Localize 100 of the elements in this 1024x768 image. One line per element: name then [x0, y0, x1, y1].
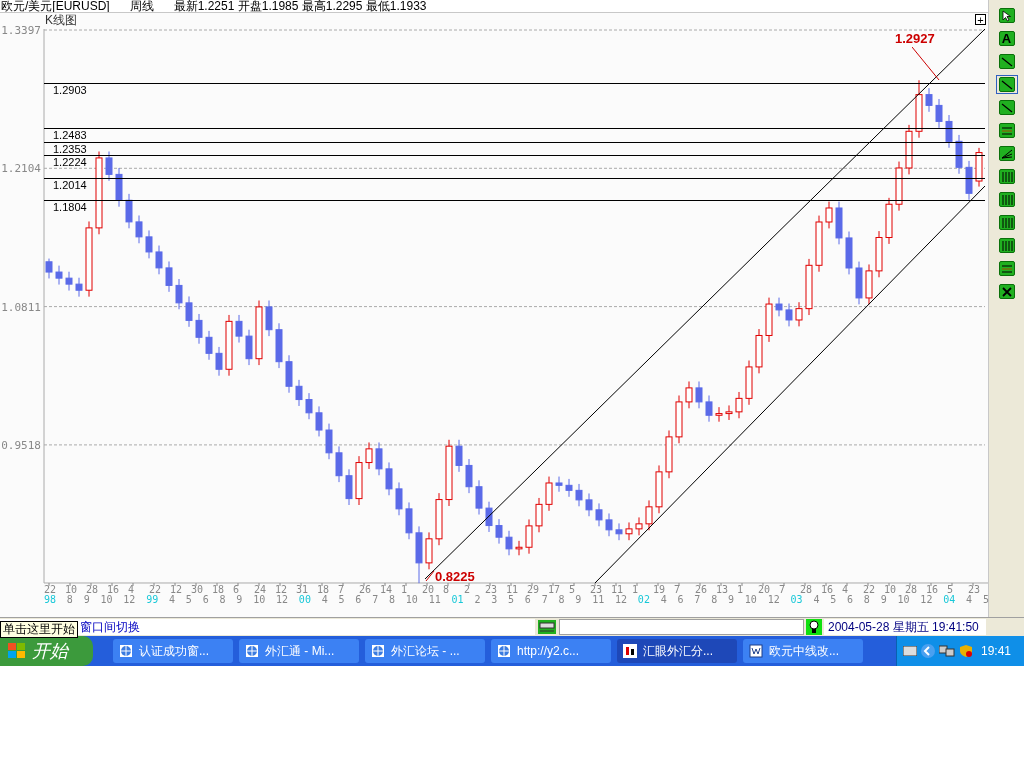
high-price-label: 1.2927	[895, 32, 935, 45]
candlestick	[645, 499, 653, 531]
x-axis-month: 4	[660, 595, 667, 605]
x-axis-month: 5	[830, 595, 837, 605]
x-axis-year: 99	[146, 595, 159, 605]
x-axis-day: 22	[863, 585, 884, 595]
candlestick	[265, 300, 273, 337]
x-axis-day: 23	[590, 585, 611, 595]
x-axis-month: 6	[847, 595, 854, 605]
x-axis-day: 28	[905, 585, 926, 595]
x-axis-day: 4	[128, 585, 149, 595]
taskbar-task-button[interactable]: 外汇论坛 - ...	[365, 639, 485, 663]
candlestick	[715, 406, 723, 423]
x-axis-month: 12	[123, 595, 136, 605]
candlestick	[195, 313, 203, 345]
candlestick	[475, 479, 483, 516]
candlestick	[395, 481, 403, 516]
fan-icon	[1000, 148, 1013, 159]
candlestick	[105, 151, 113, 182]
taskbar-task-button[interactable]: http://y2.c...	[491, 639, 611, 663]
candlestick	[585, 492, 593, 517]
x-axis-day: 5	[569, 585, 590, 595]
x-axis-day: 16	[821, 585, 842, 595]
status-message: 窗口间切换	[80, 621, 140, 633]
x-axis-month: 10	[405, 595, 418, 605]
x-axis-month: 10	[744, 595, 757, 605]
x-axis-year: 98	[44, 595, 57, 605]
bars-icon	[1000, 126, 1013, 135]
candlestick	[595, 502, 603, 527]
x-axis-month: 6	[677, 595, 684, 605]
x-axis-year: 04	[943, 595, 956, 605]
x-axis-day: 1	[401, 585, 422, 595]
x-axis-day: 18	[212, 585, 233, 595]
candlestick	[735, 391, 743, 419]
level-label: 1.2903	[53, 84, 87, 96]
x-axis-month: 12	[276, 595, 289, 605]
candlestick	[525, 518, 533, 555]
candlestick	[545, 476, 553, 512]
candlestick	[185, 295, 193, 328]
network-icon	[939, 644, 955, 658]
x-axis-year: 01	[451, 595, 464, 605]
leader-line	[425, 570, 435, 582]
x-axis-day: 28	[86, 585, 107, 595]
x-axis-day: 26	[359, 585, 380, 595]
x-axis-day: 16	[107, 585, 128, 595]
candlestick	[315, 405, 323, 437]
x-axis-day: 12	[275, 585, 296, 595]
x-axis-day: 10	[65, 585, 86, 595]
x-axis-month: 7	[694, 595, 701, 605]
line-tool-button[interactable]	[995, 75, 1018, 94]
taskbar-task-button[interactable]: 外汇通 - Mi...	[239, 639, 359, 663]
candlestick	[145, 229, 153, 259]
x-axis-day: 11	[611, 585, 632, 595]
globe-icon	[497, 644, 511, 658]
candlestick	[335, 445, 343, 483]
candlestick	[615, 522, 623, 541]
x-axis-day: 13	[716, 585, 737, 595]
keyboard-status-icon	[538, 620, 556, 634]
x-axis-day: 26	[695, 585, 716, 595]
candlestick	[505, 530, 513, 556]
candlestick	[135, 214, 143, 244]
x-axis-year: 02	[637, 595, 650, 605]
candlestick	[705, 394, 713, 423]
taskbar-task-button[interactable]: 欧元中线改...	[743, 639, 863, 663]
line-icon	[1000, 102, 1013, 113]
delete-icon	[1001, 286, 1012, 297]
x-axis-day: 7	[674, 585, 695, 595]
x-axis-day: 1	[632, 585, 653, 595]
shield-icon	[959, 644, 973, 658]
quote-summary: 最新1.2251 开盘1.1985 最高1.2295 最低1.1933	[173, 0, 427, 12]
x-axis-month: 8	[66, 595, 73, 605]
expand-button[interactable]: +	[975, 14, 986, 25]
taskbar-task-button[interactable]: 汇眼外汇分...	[617, 639, 737, 663]
document-icon	[749, 644, 763, 658]
x-axis-day: 2	[464, 585, 485, 595]
x-axis-day: 19	[653, 585, 674, 595]
x-axis-year: 00	[298, 595, 311, 605]
x-axis-month: 8	[389, 595, 396, 605]
globe-icon	[245, 644, 259, 658]
x-axis-day: 1	[737, 585, 758, 595]
x-axis-month: 11	[428, 595, 441, 605]
level-label: 1.2014	[53, 179, 87, 191]
candlestick	[245, 329, 253, 366]
leader-line	[912, 47, 940, 81]
pointer-icon	[1001, 9, 1012, 22]
start-button[interactable]: 开始	[0, 636, 93, 666]
x-axis-day: 22	[149, 585, 170, 595]
x-axis-day: 4	[842, 585, 863, 595]
candlestick	[635, 516, 643, 536]
candlestick	[825, 201, 833, 229]
candlestick	[685, 380, 693, 409]
x-axis-month: 8	[863, 595, 870, 605]
candlestick	[295, 379, 303, 407]
x-axis-month: 12	[615, 595, 628, 605]
candlestick	[625, 521, 633, 541]
taskbar-task-button[interactable]: 认证成功窗...	[113, 639, 233, 663]
x-axis-month: 10	[253, 595, 266, 605]
candlestick	[165, 260, 173, 293]
x-axis-day: 6	[233, 585, 254, 595]
level-label: 1.2483	[53, 129, 87, 141]
